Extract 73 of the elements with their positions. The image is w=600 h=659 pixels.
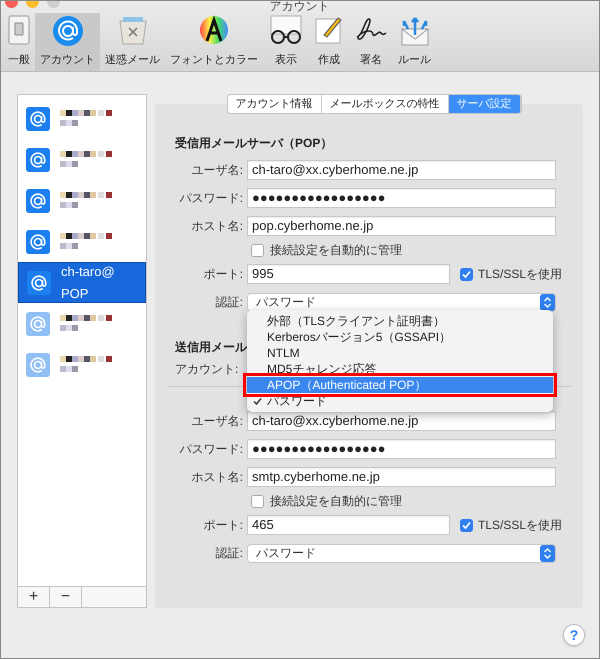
section-title: 受信用メールサーバ（POP） xyxy=(175,135,332,152)
help-button[interactable]: ? xyxy=(563,624,585,646)
toolbar-button[interactable]: ルール xyxy=(393,13,436,71)
toolbar-button[interactable]: 一般 xyxy=(3,13,35,71)
username-field[interactable]: ch-taro@xx.cyberhome.ne.jp xyxy=(247,160,556,180)
field-label: ユーザ名: xyxy=(192,413,243,430)
envelope-arrows-icon xyxy=(400,15,430,47)
at-sign-icon xyxy=(26,106,50,130)
field-label: 認証: xyxy=(216,294,243,311)
account-type: POP xyxy=(61,284,90,302)
auth-select[interactable]: パスワード xyxy=(247,544,556,562)
checkmark-icon xyxy=(253,396,262,406)
checkbox[interactable] xyxy=(251,494,264,508)
field-label: ユーザ名: xyxy=(192,162,243,179)
window-title: アカウント xyxy=(270,1,330,13)
field-label: パスワード: xyxy=(180,441,243,458)
at-sign-icon xyxy=(52,15,84,47)
at-sign-icon xyxy=(26,312,50,336)
menu-item[interactable]: Kerberosバージョン5（GSSAPI） xyxy=(247,329,553,345)
at-sign-icon xyxy=(26,230,50,254)
field-label: ホスト名: xyxy=(192,218,243,235)
toolbar-button[interactable]: 作成 xyxy=(309,13,349,71)
auth-select[interactable]: パスワード xyxy=(247,292,556,312)
trash-bin-icon xyxy=(116,15,148,45)
field-label: ポート: xyxy=(204,517,243,534)
account-item[interactable]: ch-taro@ POP xyxy=(18,262,146,303)
checkbox-label: TLS/SSLを使用 xyxy=(478,266,562,283)
checkbox-label: 接続設定を自動的に管理 xyxy=(270,493,402,510)
checkbox-label: TLS/SSLを使用 xyxy=(478,517,562,534)
menu-item[interactable]: APOP（Authenticated POP） xyxy=(247,377,553,393)
checkbox-label: 接続設定を自動的に管理 xyxy=(270,242,402,259)
toolbar-button[interactable]: 迷惑メール xyxy=(100,13,165,71)
checkbox[interactable] xyxy=(460,518,473,532)
field-label: ホスト名: xyxy=(192,469,243,486)
blurred-name-drawing xyxy=(60,356,114,374)
menu-item[interactable]: 外部（TLSクライアント証明書） xyxy=(247,313,553,329)
pencil-paper-icon xyxy=(314,15,344,45)
at-sign-icon xyxy=(27,270,51,294)
password-field[interactable]: ●●●●●●●●●●●●●●●●● xyxy=(247,188,556,208)
blurred-name-drawing xyxy=(60,110,114,128)
menu-item[interactable]: NTLM xyxy=(247,345,553,361)
blurred-name-drawing xyxy=(60,232,114,250)
account-name: ch-taro@ xyxy=(61,262,115,280)
checkbox[interactable] xyxy=(460,268,473,280)
switch-icon xyxy=(8,15,30,45)
at-sign-icon xyxy=(26,352,50,376)
blurred-name-drawing xyxy=(60,314,114,332)
field-label: アカウント: xyxy=(175,361,238,378)
field-label: ポート: xyxy=(204,266,243,283)
toolbar-button[interactable]: フォントとカラー xyxy=(165,13,263,71)
at-sign-icon xyxy=(26,148,50,172)
blurred-name-drawing xyxy=(60,150,114,168)
remove-button[interactable]: − xyxy=(50,587,82,607)
field-label: 認証: xyxy=(216,545,243,562)
add-button[interactable]: + xyxy=(18,587,50,607)
host-field[interactable]: pop.cyberhome.ne.jp xyxy=(247,216,556,236)
section-title: 送信用メール xyxy=(175,339,247,356)
port-field[interactable]: 995 xyxy=(247,264,450,284)
toolbar-button[interactable]: アカウント xyxy=(35,13,100,71)
blurred-name-drawing xyxy=(60,192,114,210)
font-color-icon xyxy=(199,15,229,45)
toolbar-button[interactable]: 署名 xyxy=(349,13,393,71)
password-field[interactable]: ●●●●●●●●●●●●●●●●● xyxy=(247,439,556,459)
field-label: パスワード: xyxy=(180,190,243,207)
host-field[interactable]: smtp.cyberhome.ne.jp xyxy=(247,467,556,487)
toolbar-button[interactable]: 表示 xyxy=(263,13,309,71)
signature-icon xyxy=(354,15,388,43)
port-field[interactable]: 465 xyxy=(247,515,450,535)
glasses-icon xyxy=(268,15,304,45)
checkbox[interactable] xyxy=(251,244,264,256)
username-field[interactable]: ch-taro@xx.cyberhome.ne.jp xyxy=(247,411,556,431)
stepper-icon xyxy=(540,544,555,562)
at-sign-icon xyxy=(26,188,50,212)
